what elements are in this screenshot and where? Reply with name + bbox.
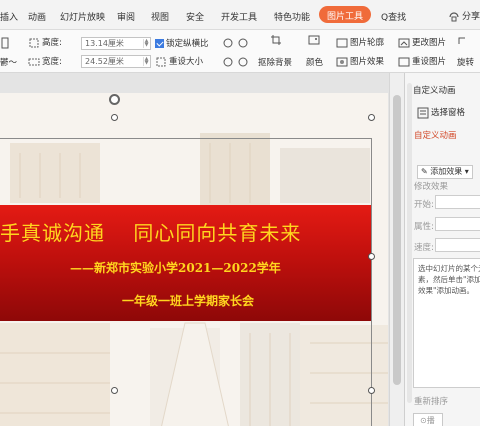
speed-label: 速度:: [414, 243, 434, 253]
circle-arrow-icon: [238, 38, 248, 48]
width-icon: [28, 58, 40, 65]
pane-scrollbar[interactable]: [407, 83, 412, 403]
picture-icon: [308, 35, 320, 45]
circle-arrow-icon: [238, 57, 248, 67]
reset-picture-icon: [398, 57, 410, 66]
rotate-icon: [458, 37, 465, 44]
rotate-circle-icon-3[interactable]: [222, 56, 236, 68]
crop-button[interactable]: [270, 34, 284, 46]
ribbon-left-label[interactable]: 鬱～: [0, 56, 17, 68]
tab-developer[interactable]: 开发工具: [221, 10, 257, 23]
reset-size-button[interactable]: 重设大小: [155, 55, 203, 68]
height-value: 13.14厘米: [85, 39, 124, 48]
height-icon: [29, 38, 39, 47]
rotation-handle-icon[interactable]: [109, 94, 120, 105]
width-label: 宽度:: [28, 55, 62, 68]
pane-title: 自定义动画: [413, 86, 456, 96]
remove-background-button[interactable]: 抠除背景: [258, 56, 292, 68]
height-label: 高度:: [28, 36, 62, 49]
color-button[interactable]: 颜色: [306, 56, 323, 68]
resize-handle-bottom-right[interactable]: [368, 387, 375, 394]
share-button[interactable]: 分享: [448, 9, 480, 23]
reset-size-label: 重设大小: [169, 57, 204, 67]
picture-outline-label: 图片轮廓: [350, 38, 385, 48]
play-button[interactable]: ⊙播放: [413, 413, 443, 426]
play-label: 播放: [426, 416, 435, 425]
tab-insert[interactable]: 插入: [0, 10, 18, 23]
share-label: 分享: [461, 12, 480, 22]
reorder-label: 重新排序: [414, 397, 449, 407]
effect-icon: [336, 57, 348, 66]
animation-list[interactable]: 选中幻灯片的某个元素，然后单击"添加效果"添加动画。: [413, 258, 480, 388]
picture-effect-label: 图片效果: [350, 57, 385, 67]
dropdown-icon: [1, 37, 9, 49]
height-label-text: 高度:: [42, 38, 62, 48]
scrollbar-thumb[interactable]: [393, 95, 401, 385]
rotate-button-icon[interactable]: [457, 34, 471, 46]
rotate-button[interactable]: 旋转: [457, 56, 474, 68]
picture-selection-frame[interactable]: [0, 138, 372, 426]
custom-animation-pane: 自定义动画 选择窗格 自定义动画 ✎ 添加效果 ▾ 修改效果 开始: 属性: 速…: [404, 73, 480, 426]
tab-slideshow[interactable]: 幻灯片放映: [60, 10, 105, 23]
share-icon: [449, 11, 459, 21]
reset-size-icon: [156, 57, 166, 66]
circle-arrow-icon: [223, 38, 233, 48]
menu-tab-bar: 插入 动画 幻灯片放映 审阅 视图 安全 开发工具 特色功能 图片工具 Q查找 …: [0, 0, 480, 30]
tab-picture-tools[interactable]: 图片工具: [319, 6, 372, 23]
resize-handle-right[interactable]: [368, 253, 375, 260]
slide-canvas[interactable]: 手真诚沟通 同心同向共育未来 ——新郑市实验小学2021—2022学年 一年级一…: [0, 93, 388, 426]
tab-animation[interactable]: 动画: [28, 10, 46, 23]
speed-select[interactable]: [435, 238, 480, 252]
width-input[interactable]: 24.52厘米 ▲ ▼: [81, 55, 151, 68]
reset-picture-button[interactable]: 重设图片: [398, 55, 446, 68]
slide-edit-area: 手真诚沟通 同心同向共育未来 ——新郑市实验小学2021—2022学年 一年级一…: [0, 73, 404, 426]
change-picture-icon: [398, 38, 410, 47]
crop-icon: [271, 35, 281, 45]
rotate-circle-icon-2[interactable]: [237, 37, 251, 49]
start-label: 开始:: [414, 200, 434, 210]
add-effect-label: 添加效果: [430, 167, 463, 176]
lock-ratio-checkbox[interactable]: 锁定纵横比: [155, 37, 209, 49]
add-effect-button[interactable]: ✎ 添加效果 ▾: [417, 165, 473, 179]
rotate-circle-icon-4[interactable]: [237, 56, 251, 68]
select-pane-button[interactable]: 选择窗格: [417, 106, 465, 119]
modify-effect-label: 修改效果: [414, 182, 449, 192]
color-icon-button[interactable]: [308, 34, 322, 46]
width-value: 24.52厘米: [85, 57, 124, 66]
tab-find[interactable]: Q查找: [381, 10, 406, 23]
resize-handle-top-right[interactable]: [368, 114, 375, 121]
rotate-circle-icon-1[interactable]: [222, 37, 236, 49]
change-picture-button[interactable]: 更改图片: [398, 36, 446, 49]
width-stepper[interactable]: ▲ ▼: [143, 57, 149, 66]
vertical-scrollbar[interactable]: [389, 73, 404, 426]
change-picture-label: 更改图片: [412, 38, 447, 48]
animation-hint-text: 选中幻灯片的某个元素，然后单击"添加效果"添加动画。: [418, 264, 480, 295]
property-select[interactable]: [435, 217, 480, 231]
picture-outline-button[interactable]: 图片轮廓: [336, 36, 384, 49]
property-label: 属性:: [414, 222, 434, 232]
resize-handle-bottom[interactable]: [111, 387, 118, 394]
custom-animation-section: 自定义动画: [414, 131, 457, 141]
tab-view[interactable]: 视图: [151, 10, 169, 23]
resize-handle-top[interactable]: [111, 114, 118, 121]
reset-picture-label: 重设图片: [412, 57, 447, 67]
width-label-text: 宽度:: [42, 57, 62, 67]
select-pane-label: 选择窗格: [431, 108, 466, 118]
tab-features[interactable]: 特色功能: [274, 10, 310, 23]
start-select[interactable]: [435, 195, 480, 209]
circle-arrow-icon: [223, 57, 233, 67]
height-stepper[interactable]: ▲ ▼: [143, 39, 149, 48]
ribbon-left-icon[interactable]: [0, 37, 14, 49]
outline-icon: [336, 38, 348, 47]
select-pane-icon: [417, 107, 429, 118]
height-input[interactable]: 13.14厘米 ▲ ▼: [81, 37, 151, 50]
tab-review[interactable]: 审阅: [117, 10, 135, 23]
picture-effect-button[interactable]: 图片效果: [336, 55, 384, 68]
tab-security[interactable]: 安全: [186, 10, 204, 23]
lock-ratio-label: 锁定纵横比: [166, 39, 209, 49]
picture-tools-ribbon: 高度: 13.14厘米 ▲ ▼ 锁定纵横比 图片轮廓 更改图片 鬱～ 宽度: 24…: [0, 30, 480, 73]
checkbox-checked-icon: [155, 39, 164, 48]
